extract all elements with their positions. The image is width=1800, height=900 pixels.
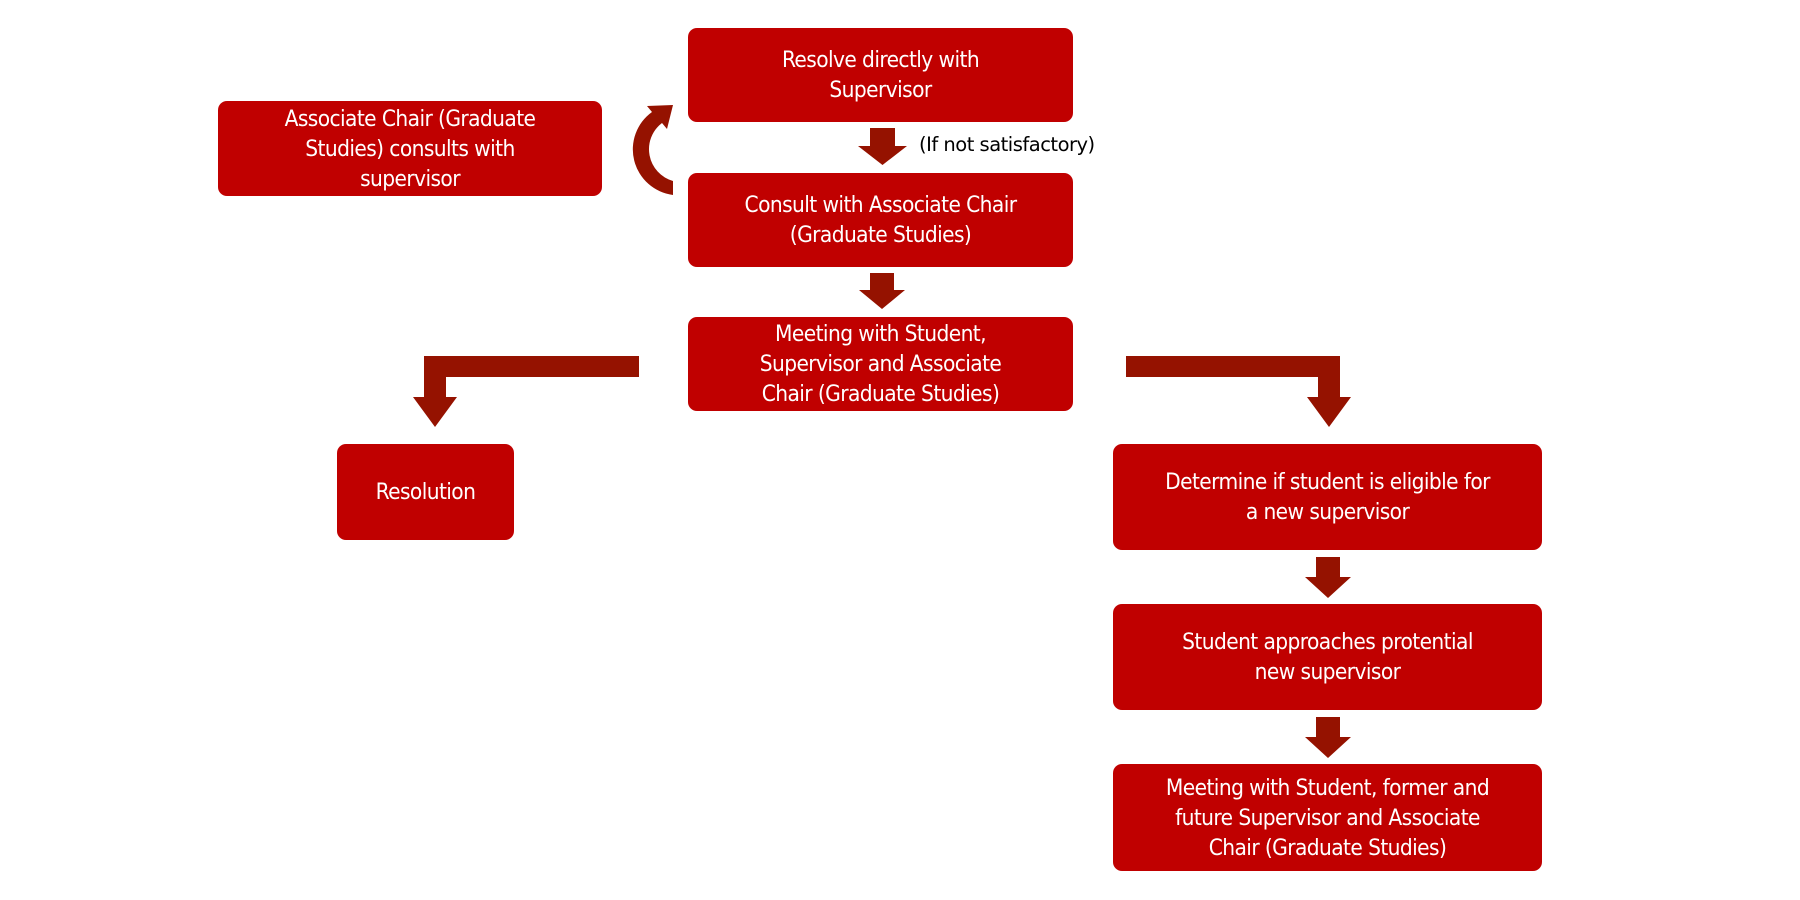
node-final-meeting[interactable]: Meeting with Student, former and future … bbox=[1113, 764, 1542, 871]
node-label: Meeting with Student, Supervisor and Ass… bbox=[759, 321, 1002, 407]
arrow-determine-to-approach bbox=[1305, 557, 1351, 598]
node-student-approaches-supervisor[interactable]: Student approaches protential new superv… bbox=[1113, 604, 1542, 710]
arrow-meeting-to-resolution bbox=[413, 356, 639, 427]
node-resolve-with-supervisor[interactable]: Resolve directly with Supervisor bbox=[688, 28, 1073, 122]
arrow-resolve-to-consult bbox=[858, 128, 907, 165]
node-associate-chair-consults[interactable]: Associate Chair (Graduate Studies) consu… bbox=[218, 101, 602, 196]
arrow-meeting-to-determine bbox=[1126, 356, 1351, 427]
arrow-approach-to-final bbox=[1305, 717, 1351, 758]
node-label: Meeting with Student, former and future … bbox=[1165, 774, 1490, 861]
node-consult-associate-chair[interactable]: Consult with Associate Chair (Graduate S… bbox=[688, 173, 1073, 267]
node-label: Resolve directly with Supervisor bbox=[781, 47, 980, 103]
node-resolution[interactable]: Resolution bbox=[337, 444, 514, 540]
node-label: Determine if student is eligible for a n… bbox=[1165, 469, 1490, 525]
node-label: Resolution bbox=[375, 479, 476, 505]
flowchart-canvas: Resolve directly with Supervisor Associa… bbox=[0, 0, 1800, 900]
arrow-consult-to-meeting bbox=[859, 273, 905, 309]
node-label: Student approaches protential new superv… bbox=[1182, 629, 1473, 685]
edge-label-if-not-satisfactory: (If not satisfactory) bbox=[919, 133, 1095, 156]
node-label: Associate Chair (Graduate Studies) consu… bbox=[284, 105, 536, 192]
node-meeting-student-supervisor[interactable]: Meeting with Student, Supervisor and Ass… bbox=[688, 317, 1073, 411]
node-determine-eligibility[interactable]: Determine if student is eligible for a n… bbox=[1113, 444, 1542, 550]
arrow-curved-loop bbox=[632, 105, 673, 195]
node-label: Consult with Associate Chair (Graduate S… bbox=[744, 192, 1018, 248]
